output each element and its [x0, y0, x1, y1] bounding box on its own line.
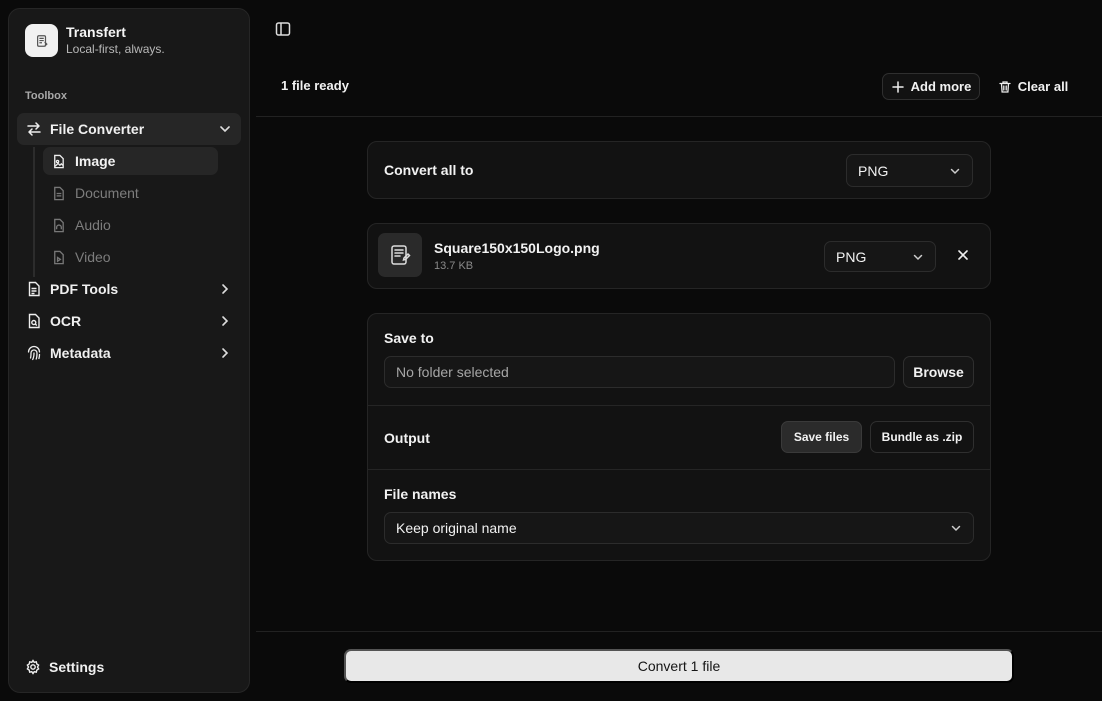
trash-icon [998, 80, 1012, 94]
chevron-right-icon [222, 284, 229, 294]
sidebar-item-label: File Converter [50, 121, 145, 137]
bundle-zip-button[interactable]: Bundle as .zip [870, 421, 974, 453]
file-scan-icon [26, 313, 42, 329]
file-text-icon [26, 281, 42, 297]
files-ready-status: 1 file ready [281, 78, 349, 93]
close-icon[interactable] [956, 248, 970, 262]
app-name: Transfert [66, 24, 126, 40]
convert-all-label: Convert all to [384, 162, 474, 178]
save-files-button[interactable]: Save files [781, 421, 862, 453]
fingerprint-icon [26, 345, 42, 361]
chevron-right-icon [222, 348, 229, 358]
chevron-down-icon [220, 126, 230, 133]
save-to-label: Save to [384, 330, 434, 346]
file-doc-icon [51, 185, 67, 201]
sidebar-subitem-document[interactable]: Document [43, 179, 218, 207]
header-divider [256, 116, 1102, 117]
browse-button[interactable]: Browse [903, 356, 974, 388]
app-tagline: Local-first, always. [66, 42, 165, 56]
sidebar-item-label: PDF Tools [50, 281, 119, 297]
file-name: Square150x150Logo.png [434, 240, 600, 256]
arrows-swap-icon [26, 121, 42, 137]
clear-all-button[interactable]: Clear all [996, 73, 1070, 100]
convert-button-label: Convert 1 file [637, 658, 721, 674]
file-video-icon [51, 249, 67, 265]
chevron-down-icon [951, 525, 961, 532]
sidebar-settings[interactable]: Settings [25, 659, 104, 675]
sidebar-item-file-converter[interactable]: File Converter [17, 113, 241, 145]
brand: Transfert Local-first, always. [25, 24, 165, 57]
app-logo-icon [25, 24, 58, 57]
add-more-label: Add more [910, 79, 972, 94]
save-files-label: Save files [793, 430, 850, 444]
file-format-select[interactable]: PNG [824, 241, 936, 272]
file-names-value: Keep original name [396, 520, 517, 536]
output-label: Output [384, 430, 430, 446]
sidebar-subitem-label: Video [75, 249, 111, 265]
convert-all-card: Convert all to PNG [367, 141, 991, 199]
browse-label: Browse [913, 364, 964, 380]
convert-button[interactable]: Convert 1 file [344, 649, 1014, 683]
save-folder-input[interactable]: No folder selected [384, 356, 895, 388]
file-image-icon [51, 153, 67, 169]
sidebar: Transfert Local-first, always. Toolbox F… [8, 8, 250, 693]
card-separator [368, 405, 990, 406]
plus-icon [891, 80, 905, 94]
sidebar-subitem-audio[interactable]: Audio [43, 211, 218, 239]
sidebar-subitem-video[interactable]: Video [43, 243, 218, 271]
sidebar-toggle-icon[interactable] [274, 20, 292, 38]
submenu-guide-line [33, 147, 35, 277]
file-thumbnail-icon [378, 233, 422, 277]
sidebar-subitem-label: Document [75, 185, 139, 201]
convert-all-format-select[interactable]: PNG [846, 154, 973, 187]
sidebar-subitem-label: Audio [75, 217, 111, 233]
footer-divider [256, 631, 1102, 632]
chevron-right-icon [222, 316, 229, 326]
convert-all-format-value: PNG [858, 162, 889, 179]
sidebar-item-ocr[interactable]: OCR [17, 305, 241, 337]
chevron-down-icon [950, 168, 960, 174]
file-format-value: PNG [836, 248, 867, 265]
sidebar-item-pdf-tools[interactable]: PDF Tools [17, 273, 241, 305]
section-label-toolbox: Toolbox [25, 90, 67, 102]
file-row: Square150x150Logo.png 13.7 KB PNG [367, 223, 991, 289]
file-names-select[interactable]: Keep original name [384, 512, 974, 544]
sidebar-item-label: Metadata [50, 345, 111, 361]
save-folder-placeholder: No folder selected [396, 364, 509, 380]
add-more-button[interactable]: Add more [882, 73, 980, 100]
settings-label: Settings [49, 659, 105, 675]
file-size: 13.7 KB [434, 260, 474, 272]
bundle-zip-label: Bundle as .zip [881, 430, 963, 444]
file-audio-icon [51, 217, 67, 233]
card-separator [368, 469, 990, 470]
sidebar-item-label: OCR [50, 313, 82, 329]
gear-icon [25, 659, 41, 675]
chevron-down-icon [913, 254, 923, 260]
sidebar-subitem-image[interactable]: Image [43, 147, 218, 175]
save-settings-card: Save to No folder selected Browse Output… [367, 313, 991, 561]
sidebar-item-metadata[interactable]: Metadata [17, 337, 241, 369]
file-names-label: File names [384, 486, 457, 502]
sidebar-subitem-label: Image [75, 153, 116, 169]
clear-all-label: Clear all [1017, 79, 1069, 94]
